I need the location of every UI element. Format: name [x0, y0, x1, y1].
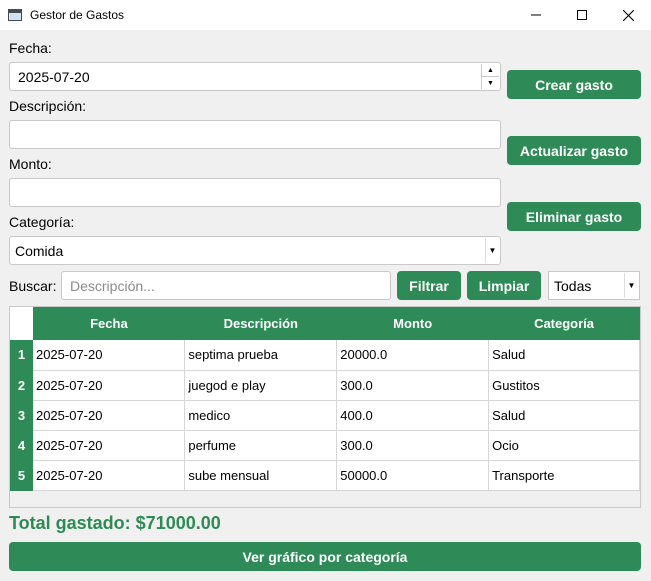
cell-fecha[interactable]: 2025-07-20	[32, 430, 186, 461]
cell-descripcion[interactable]: juegod e play	[184, 370, 338, 401]
cell-fecha[interactable]: 2025-07-20	[32, 400, 186, 431]
table-row[interactable]: 3 2025-07-20 medico 400.0 Salud	[10, 400, 640, 431]
spin-down-icon[interactable]: ▼	[482, 77, 499, 89]
cell-descripcion[interactable]: sube mensual	[184, 460, 338, 491]
cell-categoria[interactable]: Transporte	[488, 460, 640, 491]
total-gastado: Total gastado: $71000.00	[9, 513, 221, 533]
header-monto[interactable]: Monto	[336, 307, 489, 340]
descripcion-label: Descripción:	[9, 98, 87, 114]
cell-monto[interactable]: 50000.0	[336, 460, 490, 491]
cell-categoria[interactable]: Salud	[488, 340, 640, 371]
cell-fecha[interactable]: 2025-07-20	[32, 340, 186, 371]
descripcion-input[interactable]	[9, 120, 501, 149]
cell-fecha[interactable]: 2025-07-20	[32, 460, 186, 491]
categoria-select[interactable]: Comida ▼	[9, 236, 501, 265]
minimize-icon	[531, 14, 541, 16]
row-index[interactable]: 4	[10, 430, 33, 461]
header-fecha[interactable]: Fecha	[32, 307, 185, 340]
table-row[interactable]: 2 2025-07-20 juegod e play 300.0 Gustito…	[10, 370, 640, 401]
minimize-button[interactable]	[513, 0, 559, 30]
fecha-date-input[interactable]: 2025-07-20 ▲ ▼	[9, 62, 501, 91]
expenses-table: Fecha Descripción Monto Categoría 1 2025…	[9, 306, 641, 508]
maximize-icon	[577, 10, 587, 20]
maximize-button[interactable]	[559, 0, 605, 30]
row-index[interactable]: 2	[10, 370, 33, 401]
table-row[interactable]: 1 2025-07-20 septima prueba 20000.0 Salu…	[10, 340, 640, 371]
fecha-value: 2025-07-20	[18, 68, 90, 85]
table-corner[interactable]	[10, 307, 33, 340]
cell-monto[interactable]: 300.0	[336, 370, 490, 401]
ver-grafico-button[interactable]: Ver gráfico por categoría	[9, 542, 641, 571]
buscar-label: Buscar:	[9, 278, 57, 294]
window-controls	[513, 0, 651, 30]
spin-up-icon[interactable]: ▲	[482, 64, 499, 77]
categoria-value: Comida	[15, 242, 64, 259]
categoria-label: Categoría:	[9, 214, 75, 230]
monto-label: Monto:	[9, 156, 52, 172]
chevron-down-icon: ▼	[485, 238, 499, 263]
cell-descripcion[interactable]: medico	[184, 400, 338, 431]
cell-fecha[interactable]: 2025-07-20	[32, 370, 186, 401]
filtrar-button[interactable]: Filtrar	[397, 271, 461, 300]
cell-categoria[interactable]: Gustitos	[488, 370, 640, 401]
cell-monto[interactable]: 300.0	[336, 430, 490, 461]
cell-descripcion[interactable]: perfume	[184, 430, 338, 461]
actualizar-gasto-button[interactable]: Actualizar gasto	[507, 136, 641, 165]
cell-categoria[interactable]: Ocio	[488, 430, 640, 461]
row-index[interactable]: 1	[10, 340, 33, 371]
header-categoria[interactable]: Categoría	[488, 307, 640, 340]
fecha-label: Fecha:	[9, 40, 52, 56]
cell-monto[interactable]: 20000.0	[336, 340, 490, 371]
chevron-down-icon: ▼	[624, 273, 638, 298]
category-filter-select[interactable]: Todas ▼	[548, 271, 640, 300]
date-spinner[interactable]: ▲ ▼	[481, 64, 499, 89]
window-title: Gestor de Gastos	[30, 8, 125, 22]
monto-input[interactable]	[9, 178, 501, 207]
row-index[interactable]: 3	[10, 400, 33, 431]
limpiar-button[interactable]: Limpiar	[467, 271, 541, 300]
table-row[interactable]: 5 2025-07-20 sube mensual 50000.0 Transp…	[10, 460, 640, 491]
search-input[interactable]	[61, 271, 391, 300]
eliminar-gasto-button[interactable]: Eliminar gasto	[507, 202, 641, 231]
app-window-icon	[8, 9, 22, 21]
cell-categoria[interactable]: Salud	[488, 400, 640, 431]
cell-monto[interactable]: 400.0	[336, 400, 490, 431]
row-index[interactable]: 5	[10, 460, 33, 491]
crear-gasto-button[interactable]: Crear gasto	[507, 70, 641, 99]
category-filter-value: Todas	[554, 277, 592, 294]
cell-descripcion[interactable]: septima prueba	[184, 340, 338, 371]
close-button[interactable]	[605, 0, 651, 30]
title-bar: Gestor de Gastos	[0, 0, 651, 30]
table-header-row: Fecha Descripción Monto Categoría	[10, 307, 640, 340]
close-icon	[622, 9, 634, 21]
table-row[interactable]: 4 2025-07-20 perfume 300.0 Ocio	[10, 430, 640, 461]
header-descripcion[interactable]: Descripción	[184, 307, 337, 340]
